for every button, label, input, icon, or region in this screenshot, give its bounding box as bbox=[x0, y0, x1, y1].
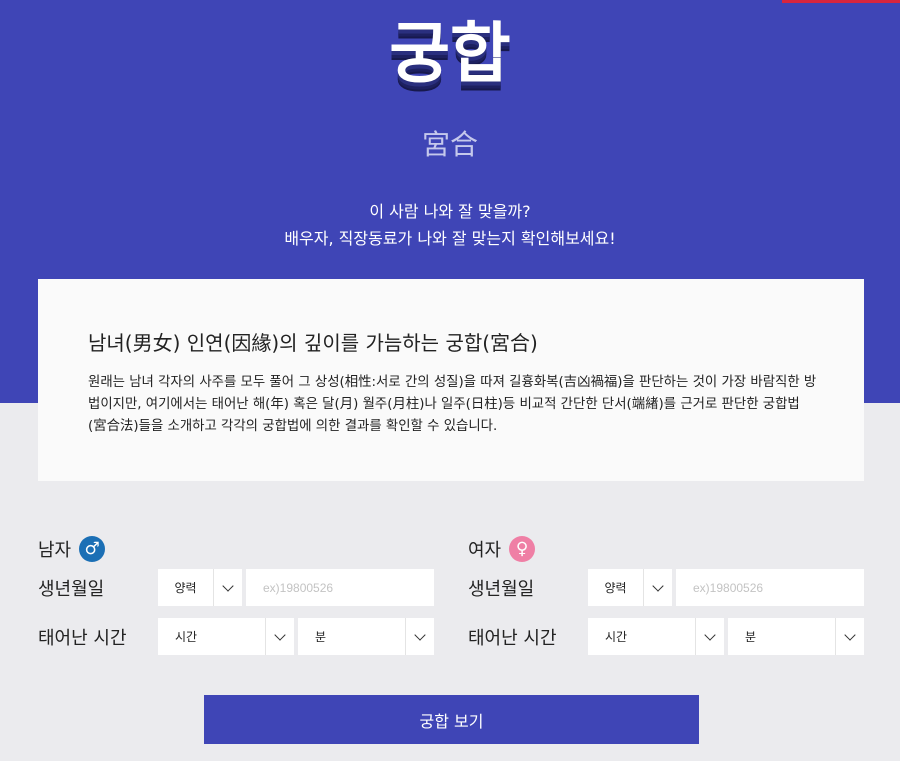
male-minute-value: 분 bbox=[315, 630, 327, 644]
tagline-line-1: 이 사람 나와 잘 맞을까? bbox=[369, 202, 531, 221]
male-symbol-icon: ♂ bbox=[79, 536, 106, 562]
female-minute-select[interactable]: 분 bbox=[728, 618, 864, 655]
chevron-down-icon bbox=[405, 618, 434, 655]
female-label: 여자 bbox=[468, 540, 502, 561]
corner-accent bbox=[782, 0, 900, 3]
female-calendar-select[interactable]: 양력 bbox=[588, 569, 672, 606]
intro-body: 원래는 남녀 각자의 사주를 모두 풀어 그 상성(相性:서로 간의 성질)을 … bbox=[88, 375, 817, 434]
page-subtitle-hanja: 宮合 bbox=[421, 128, 478, 161]
male-hour-select[interactable]: 시간 bbox=[158, 618, 294, 655]
tagline: 이 사람 나와 잘 맞을까? 배우자, 직장동료가 나와 잘 맞는지 확인해보세… bbox=[0, 198, 900, 252]
female-time-label: 태어난 시간 bbox=[468, 628, 557, 649]
male-header: 남자 ♂ bbox=[38, 533, 106, 565]
male-birth-label: 생년월일 bbox=[38, 579, 105, 600]
female-minute-value: 분 bbox=[745, 630, 757, 644]
male-hour-value: 시간 bbox=[175, 630, 198, 644]
chevron-down-icon bbox=[213, 569, 242, 606]
chevron-down-icon bbox=[835, 618, 864, 655]
female-symbol-icon: ♀ bbox=[509, 536, 536, 562]
male-calendar-select[interactable]: 양력 bbox=[158, 569, 242, 606]
chevron-down-icon bbox=[643, 569, 672, 606]
chevron-down-icon bbox=[265, 618, 294, 655]
female-header: 여자 ♀ bbox=[468, 533, 536, 565]
view-compatibility-button[interactable]: 궁합 보기 bbox=[204, 695, 699, 744]
intro-heading: 남녀(男女) 인연(因緣)의 깊이를 가늠하는 궁합(宮合) bbox=[88, 331, 538, 355]
female-birthdate-input[interactable] bbox=[676, 569, 864, 606]
male-label: 남자 bbox=[38, 540, 72, 561]
female-calendar-value: 양력 bbox=[604, 581, 627, 595]
male-time-label: 태어난 시간 bbox=[38, 628, 127, 649]
male-minute-select[interactable]: 분 bbox=[298, 618, 434, 655]
intro-card: 남녀(男女) 인연(因緣)의 깊이를 가늠하는 궁합(宮合) 원래는 남녀 각자… bbox=[38, 279, 864, 481]
female-hour-value: 시간 bbox=[605, 630, 628, 644]
tagline-line-2: 배우자, 직장동료가 나와 잘 맞는지 확인해보세요! bbox=[284, 229, 616, 248]
female-birth-label: 생년월일 bbox=[468, 579, 535, 600]
male-calendar-value: 양력 bbox=[174, 581, 197, 595]
female-hour-select[interactable]: 시간 bbox=[588, 618, 724, 655]
male-birthdate-input[interactable] bbox=[246, 569, 434, 606]
page-title: 궁합 bbox=[389, 15, 511, 92]
chevron-down-icon bbox=[695, 618, 724, 655]
